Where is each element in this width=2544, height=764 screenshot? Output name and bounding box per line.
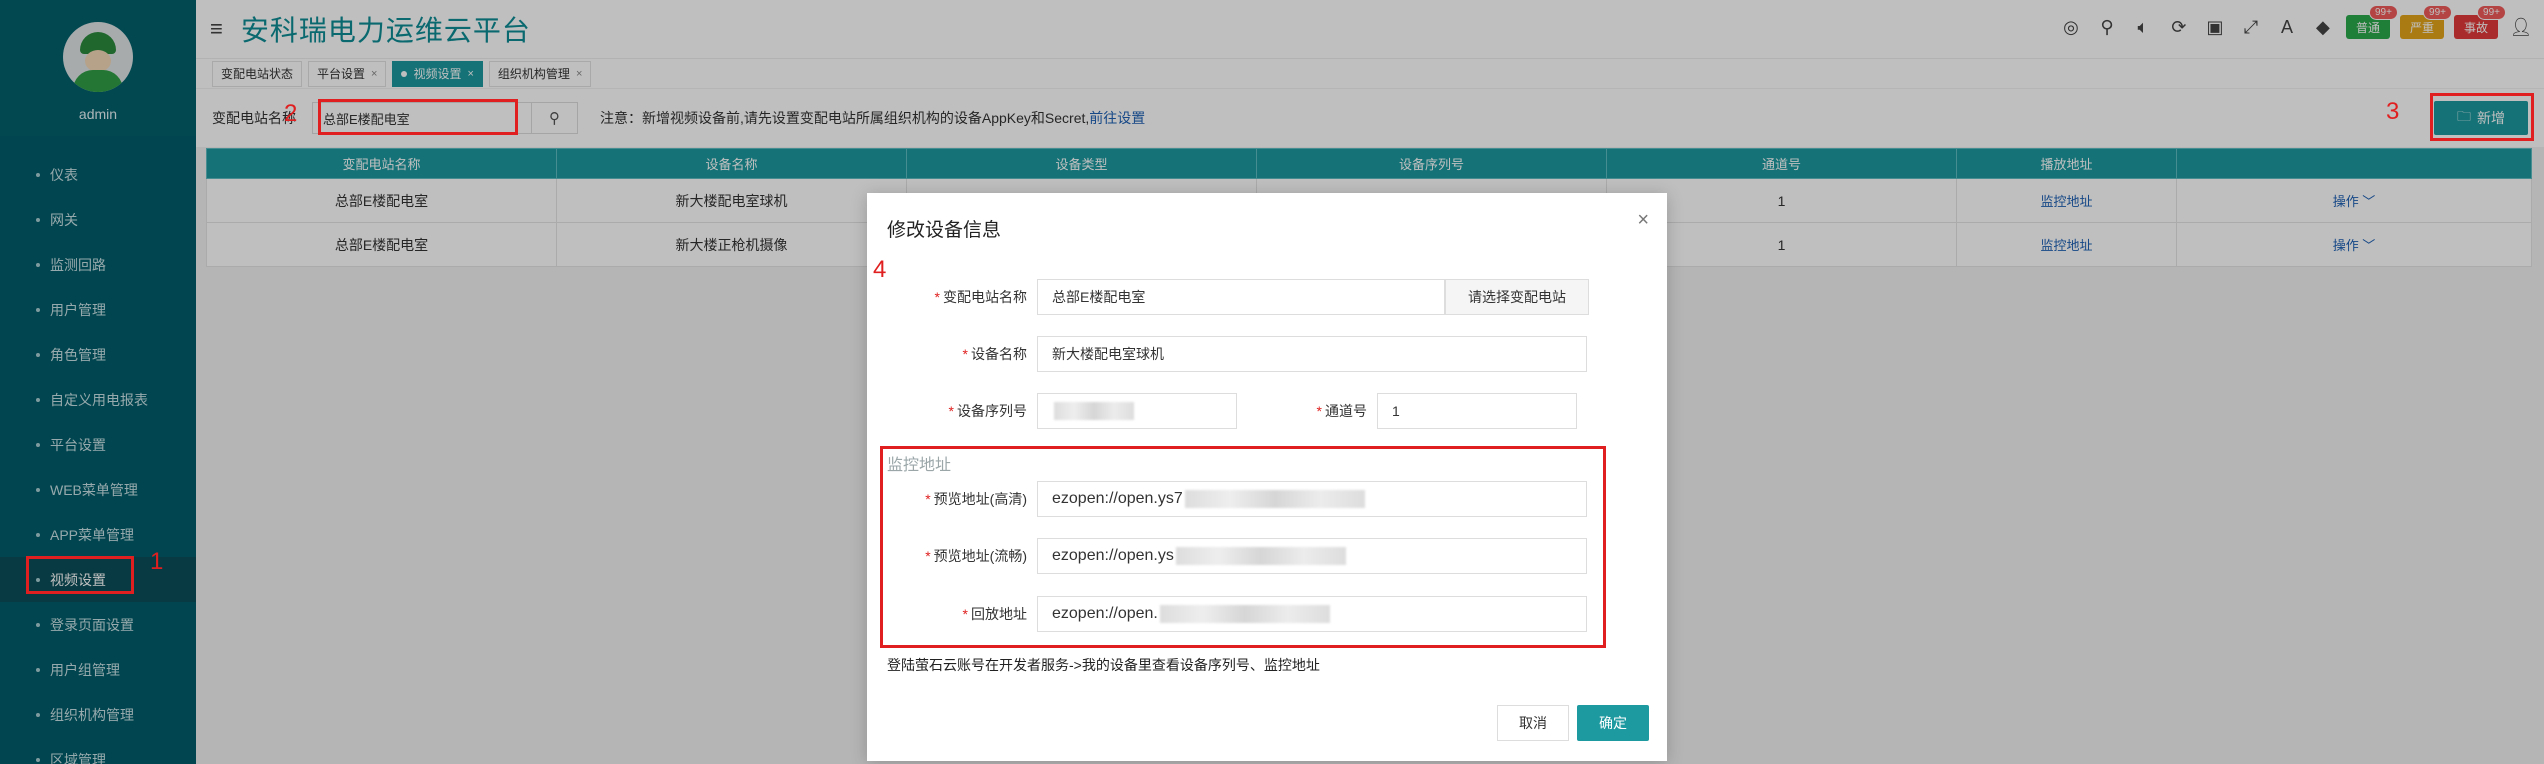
select-station-button[interactable]: 请选择变配电站	[1445, 279, 1589, 315]
redacted-value	[1184, 490, 1365, 508]
serial-row: * 设备序列号	[867, 393, 1237, 429]
preview-smooth-row: * 预览地址(流畅) ezopen://open.ys	[867, 538, 1587, 574]
station-row: * 变配电站名称 总部E楼配电室 请选择变配电站	[867, 279, 1589, 315]
device-name-row: * 设备名称 新大楼配电室球机	[867, 336, 1587, 372]
annotation-number-2: 2	[284, 100, 298, 127]
serial-field[interactable]	[1037, 393, 1237, 429]
modal-backdrop	[0, 0, 196, 764]
preview-hd-row: * 预览地址(高清) ezopen://open.ys7	[867, 481, 1587, 517]
annotation-number-4: 4	[873, 256, 887, 283]
help-hint: 登陆萤石云账号在开发者服务->我的设备里查看设备序列号、监控地址	[887, 657, 1320, 673]
annotation-number-1: 1	[150, 548, 164, 575]
edit-device-dialog: 修改设备信息 × * 变配电站名称 总部E楼配电室 请选择变配电站 * 设备名称 新…	[867, 193, 1667, 761]
playback-field[interactable]: ezopen://open.	[1037, 596, 1587, 632]
redacted-value	[1175, 547, 1346, 565]
close-icon[interactable]: ×	[1637, 209, 1649, 232]
preview-smooth-field[interactable]: ezopen://open.ys	[1037, 538, 1587, 574]
channel-row: * 通道号 1	[1307, 393, 1577, 429]
redacted-value	[1159, 605, 1330, 623]
cancel-button[interactable]: 取消	[1497, 705, 1569, 741]
confirm-button[interactable]: 确定	[1577, 705, 1649, 741]
section-title: 监控地址	[887, 457, 952, 474]
dialog-title: 修改设备信息	[887, 220, 1002, 241]
playback-row: * 回放地址 ezopen://open.	[867, 596, 1587, 632]
annotation-number-3: 3	[2386, 98, 2400, 125]
modal-backdrop	[196, 0, 2544, 58]
device-name-field[interactable]: 新大楼配电室球机	[1037, 336, 1587, 372]
redacted-value	[1054, 402, 1134, 420]
station-field[interactable]: 总部E楼配电室	[1037, 279, 1445, 315]
preview-hd-field[interactable]: ezopen://open.ys7	[1037, 481, 1587, 517]
channel-field[interactable]: 1	[1377, 393, 1577, 429]
